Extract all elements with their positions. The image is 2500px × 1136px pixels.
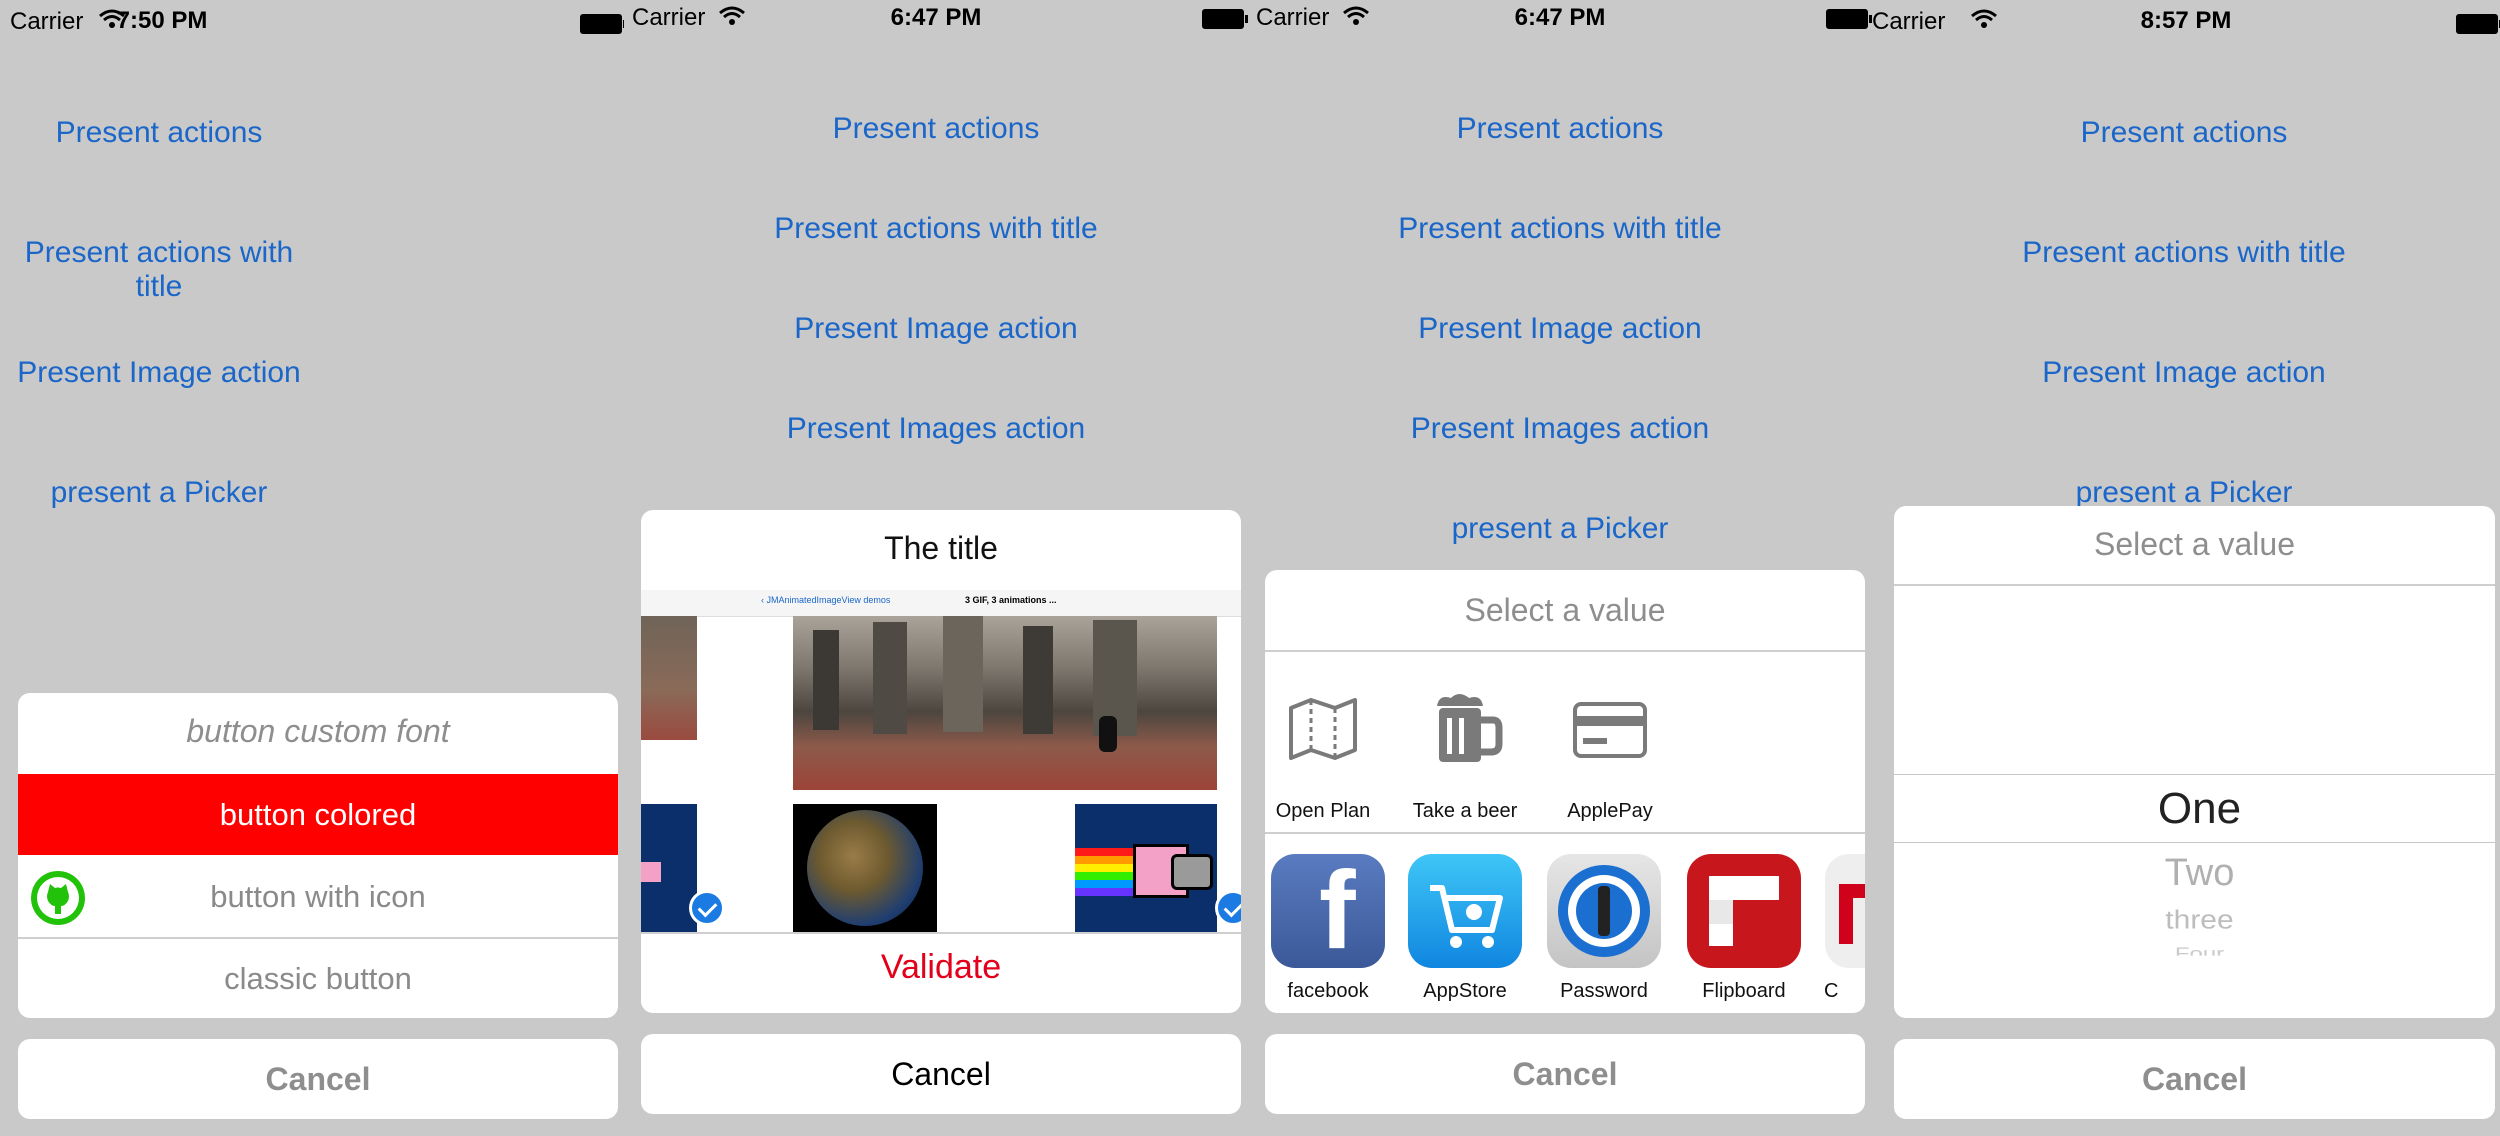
- status-time: 6:47 PM: [1514, 4, 1606, 31]
- picker-selection-line-bottom: [1894, 842, 2495, 843]
- embedded-nav-title: 3 GIF, 3 animations ...: [965, 595, 1057, 605]
- status-time: 8:57 PM: [2140, 7, 2232, 34]
- present-actions-link[interactable]: Present actions: [1248, 112, 1872, 146]
- present-images-action-link[interactable]: Present Images action: [624, 412, 1248, 446]
- status-bar: Carrier 6:47 PM: [624, 0, 1248, 40]
- divider: [1265, 650, 1865, 652]
- picker-option[interactable]: Two: [1894, 852, 2495, 895]
- sheet-title: Select a value: [2093, 526, 2295, 562]
- action-sheet: button custom font button colored button…: [18, 693, 618, 1018]
- nyan-cat-photo[interactable]: [1075, 804, 1217, 932]
- partial-app-icon[interactable]: [1825, 854, 1865, 968]
- status-time: 7:50 PM: [116, 7, 208, 34]
- cancel-button[interactable]: Cancel: [1265, 1034, 1865, 1114]
- cancel-button[interactable]: Cancel: [1894, 1039, 2495, 1119]
- open-plan-label: Open Plan: [1275, 800, 1371, 822]
- embedded-nav-bar: ‹ JMAnimatedImageView demos 3 GIF, 3 ani…: [641, 590, 1241, 617]
- screen-actions-sheet: Carrier 7:50 PM Present actions Present …: [0, 0, 624, 1136]
- appstore-icon[interactable]: [1408, 854, 1522, 968]
- map-icon[interactable]: [1287, 698, 1359, 760]
- earth-photo[interactable]: [793, 804, 937, 932]
- present-actions-with-title-link[interactable]: Present actions with title: [1872, 236, 2496, 270]
- battery-icon: [2456, 14, 2500, 34]
- picker-option[interactable]: Four: [1894, 944, 2495, 955]
- sheet-title: The title: [884, 530, 998, 566]
- colored-button[interactable]: button colored: [18, 774, 618, 855]
- nyan-cat-photo-partial[interactable]: [641, 804, 697, 932]
- city-photo[interactable]: [793, 616, 1217, 790]
- flipboard-icon[interactable]: [1687, 854, 1801, 968]
- battery-icon: [580, 14, 624, 34]
- appstore-label: AppStore: [1423, 980, 1507, 1002]
- present-actions-with-title-link[interactable]: Present actions with title: [0, 236, 318, 304]
- facebook-icon[interactable]: f: [1271, 854, 1385, 968]
- shopping-cart-icon: [1430, 885, 1503, 948]
- picker-wheel[interactable]: One Two three Four: [1894, 586, 2495, 1018]
- battery-icon: [1202, 9, 1248, 29]
- city-photo-partial[interactable]: [641, 616, 697, 740]
- cancel-button[interactable]: Cancel: [641, 1034, 1241, 1114]
- present-actions-with-title-link[interactable]: Present actions with title: [624, 212, 1248, 246]
- keyhole-icon: [1558, 865, 1650, 957]
- embedded-back-link: ‹ JMAnimatedImageView demos: [761, 595, 891, 605]
- present-picker-link[interactable]: present a Picker: [1872, 476, 2496, 510]
- partial-app-label: C: [1824, 980, 1839, 1002]
- battery-icon: [1826, 9, 1872, 29]
- facebook-label: facebook: [1287, 980, 1369, 1002]
- password-label: Password: [1560, 980, 1648, 1002]
- screen-images-sheet: Carrier 6:47 PM Present actions Present …: [624, 0, 1248, 1136]
- present-picker-link[interactable]: present a Picker: [1248, 512, 1872, 546]
- sheet-title: Select a value: [1464, 592, 1666, 628]
- take-a-beer-label: Take a beer: [1412, 800, 1518, 822]
- picker-selection-line-top: [1894, 774, 2495, 775]
- cancel-button[interactable]: Cancel: [18, 1039, 618, 1119]
- present-actions-link[interactable]: Present actions: [1872, 116, 2496, 150]
- screen-share-sheet: Carrier 6:47 PM Present actions Present …: [1248, 0, 1872, 1136]
- credit-card-icon[interactable]: [1573, 702, 1647, 758]
- status-time: 6:47 PM: [890, 4, 982, 31]
- validate-button[interactable]: Validate: [641, 948, 1241, 987]
- share-sheet: Select a value Open Plan Take a beer App…: [1265, 570, 1865, 1013]
- password-icon[interactable]: [1547, 854, 1661, 968]
- custom-font-button[interactable]: button custom font: [18, 713, 618, 750]
- present-actions-link[interactable]: Present actions: [0, 116, 318, 150]
- present-image-action-link[interactable]: Present Image action: [0, 356, 318, 390]
- applepay-label: ApplePay: [1567, 800, 1653, 822]
- divider: [1265, 832, 1865, 834]
- status-bar: Carrier 6:47 PM: [1248, 0, 1872, 40]
- picker-option[interactable]: three: [1894, 907, 2495, 936]
- screen-picker-sheet: Carrier 8:57 PM Present actions Present …: [1872, 0, 2500, 1136]
- embedded-back-label: JMAnimatedImageView demos: [766, 595, 891, 605]
- flipboard-label: Flipboard: [1702, 980, 1786, 1002]
- icon-button[interactable]: button with icon: [18, 856, 618, 937]
- image-action-sheet: The title ‹ JMAnimatedImageView demos 3 …: [641, 510, 1241, 1013]
- selected-check-icon: [689, 890, 725, 926]
- selected-check-icon: [1215, 890, 1241, 926]
- present-images-action-link[interactable]: Present Images action: [1248, 412, 1872, 446]
- present-image-action-link[interactable]: Present Image action: [1872, 356, 2496, 390]
- beer-icon[interactable]: [1429, 692, 1503, 766]
- present-actions-link[interactable]: Present actions: [624, 112, 1248, 146]
- status-bar: Carrier 7:50 PM: [0, 0, 624, 40]
- divider: [641, 932, 1241, 934]
- icon-button-label: button with icon: [210, 879, 426, 914]
- present-picker-link[interactable]: present a Picker: [0, 476, 318, 510]
- classic-button[interactable]: classic button: [18, 939, 618, 1018]
- present-actions-with-title-link[interactable]: Present actions with title: [1248, 212, 1872, 246]
- status-bar: Carrier 8:57 PM: [1872, 0, 2500, 40]
- github-icon: [31, 871, 85, 925]
- present-image-action-link[interactable]: Present Image action: [1248, 312, 1872, 346]
- picker-sheet: Select a value One Two three Four: [1894, 506, 2495, 1018]
- present-image-action-link[interactable]: Present Image action: [624, 312, 1248, 346]
- picker-option-selected[interactable]: One: [1894, 784, 2495, 834]
